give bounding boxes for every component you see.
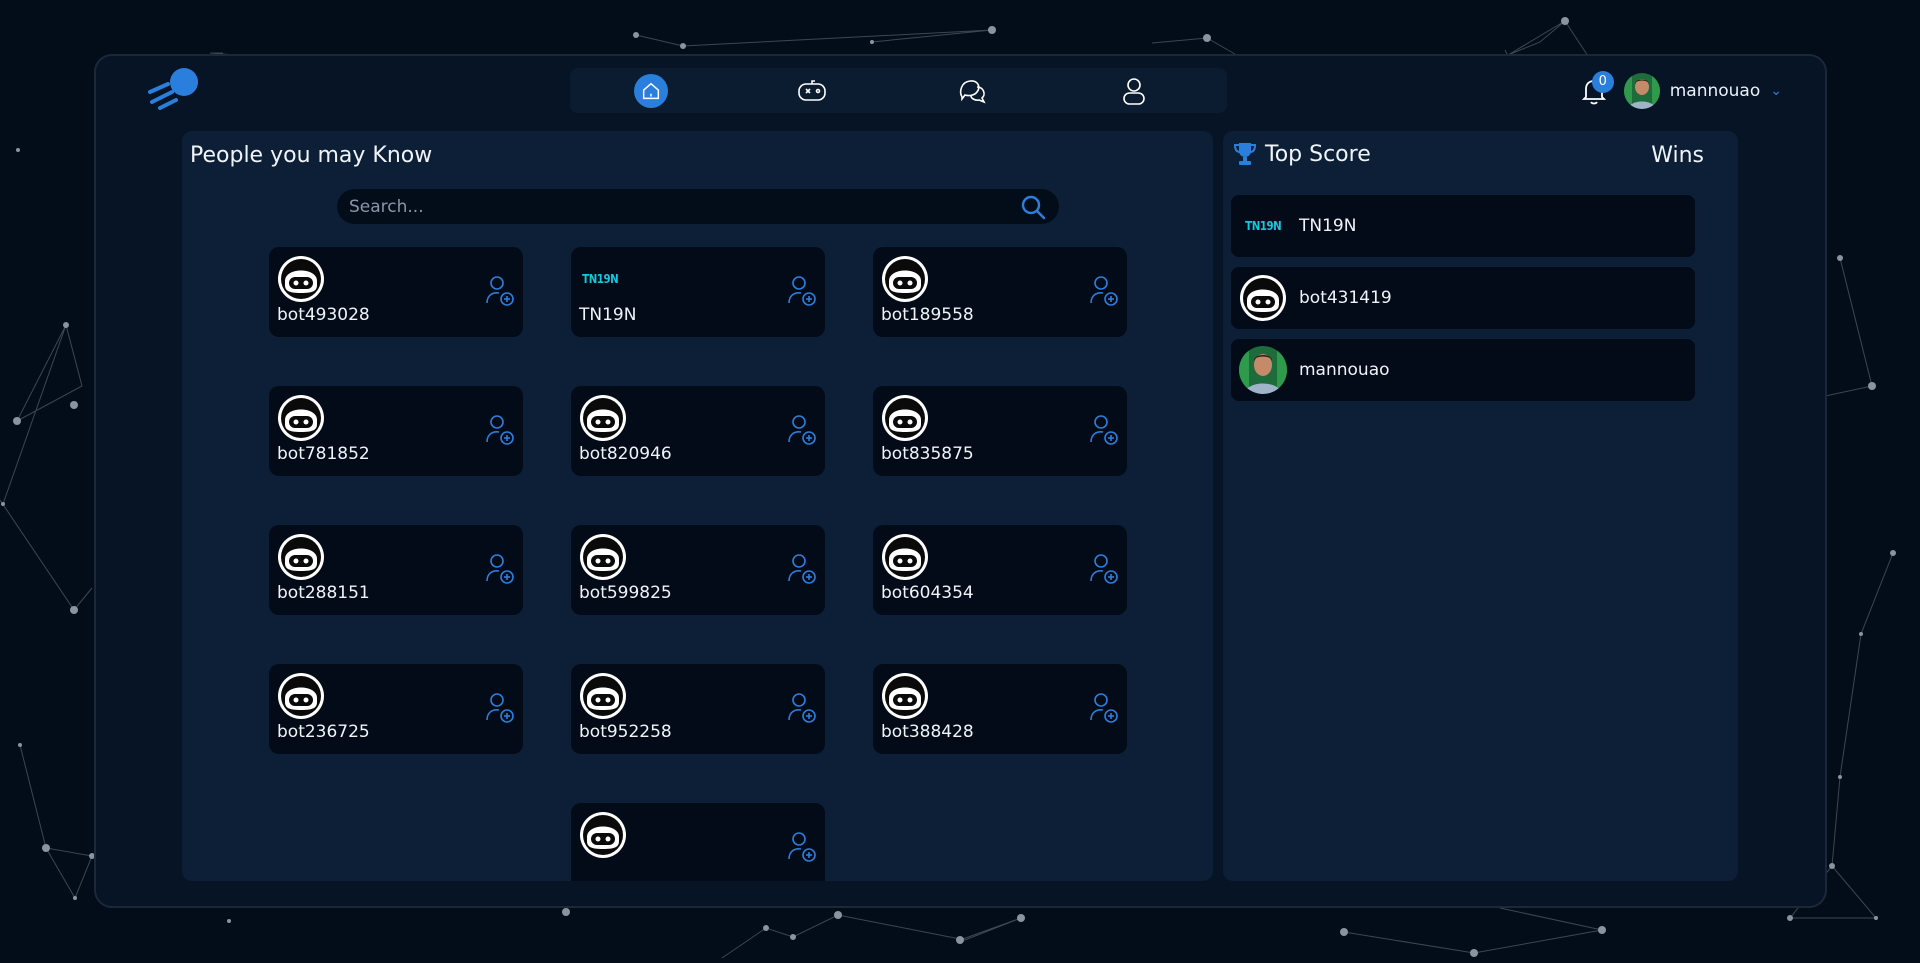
robot-avatar-icon <box>1239 274 1287 322</box>
person-name: bot388428 <box>881 722 974 742</box>
person-name: bot288151 <box>277 583 370 603</box>
main-nav <box>570 68 1227 113</box>
person-name: bot835875 <box>881 444 974 464</box>
tn19n-avatar: TN19N <box>579 255 627 303</box>
people-panel: People you may Know bot493028 TN19N TN19N b… <box>182 131 1213 881</box>
add-friend-icon[interactable] <box>787 414 817 446</box>
notification-count-badge: 0 <box>1591 70 1614 93</box>
person-card[interactable]: bot189558 <box>873 247 1127 337</box>
add-friend-icon[interactable] <box>1089 692 1119 724</box>
robot-avatar-icon <box>579 672 627 720</box>
person-name: TN19N <box>579 305 637 325</box>
robot-avatar-icon <box>579 533 627 581</box>
add-friend-icon[interactable] <box>485 275 515 307</box>
search-input[interactable] <box>349 196 1019 217</box>
tn19n-logo: TN19N <box>582 272 619 286</box>
profile-icon <box>1122 77 1145 105</box>
add-friend-icon[interactable] <box>787 553 817 585</box>
user-photo-icon <box>1623 72 1660 109</box>
person-name: bot599825 <box>579 583 672 603</box>
person-card[interactable]: bot388428 <box>873 664 1127 754</box>
person-name: bot781852 <box>277 444 370 464</box>
add-friend-icon[interactable] <box>1089 414 1119 446</box>
robot-avatar-icon <box>277 672 325 720</box>
add-friend-icon[interactable] <box>485 414 515 446</box>
top-score-header: Top Score <box>1233 141 1371 167</box>
person-card[interactable] <box>571 803 825 881</box>
robot-avatar-icon <box>277 394 325 442</box>
top-score-panel: Top Score Wins TN19N TN19N bot431419 mannou… <box>1223 131 1738 881</box>
person-card[interactable]: bot493028 <box>269 247 523 337</box>
user-avatar[interactable] <box>1623 72 1660 109</box>
user-photo-avatar <box>1239 346 1287 394</box>
chat-icon <box>959 79 986 104</box>
person-name: bot236725 <box>277 722 370 742</box>
nav-home[interactable] <box>570 68 731 113</box>
add-friend-icon[interactable] <box>1089 275 1119 307</box>
nav-game[interactable] <box>731 68 892 113</box>
add-friend-icon[interactable] <box>787 831 817 863</box>
person-card[interactable]: bot599825 <box>571 525 825 615</box>
app-logo <box>148 68 198 110</box>
robot-avatar-icon <box>881 672 929 720</box>
person-name: bot604354 <box>881 583 974 603</box>
nav-home-highlight <box>633 73 668 108</box>
score-player-name: bot431419 <box>1299 288 1392 308</box>
user-area: 0 mannouao ⌄ <box>1574 68 1782 113</box>
tn19n-logo: TN19N <box>1244 219 1282 233</box>
search-bar <box>337 189 1059 224</box>
search-icon[interactable] <box>1019 193 1047 221</box>
person-card[interactable]: TN19N TN19N <box>571 247 825 337</box>
person-card[interactable]: bot781852 <box>269 386 523 476</box>
gamepad-icon <box>797 79 826 101</box>
robot-avatar-icon <box>881 394 929 442</box>
nav-profile[interactable] <box>1053 68 1214 113</box>
add-friend-icon[interactable] <box>787 692 817 724</box>
person-card[interactable]: bot835875 <box>873 386 1127 476</box>
people-title: People you may Know <box>190 143 433 168</box>
person-name: bot189558 <box>881 305 974 325</box>
person-name: bot820946 <box>579 444 672 464</box>
score-player-name: TN19N <box>1299 216 1357 236</box>
person-name: bot952258 <box>579 722 672 742</box>
nav-chat[interactable] <box>892 68 1053 113</box>
wins-column-label: Wins <box>1651 143 1704 168</box>
trophy-icon <box>1233 143 1257 165</box>
score-row[interactable]: mannouao <box>1231 339 1695 401</box>
tn19n-avatar: TN19N <box>1239 202 1287 250</box>
person-card[interactable]: bot236725 <box>269 664 523 754</box>
add-friend-icon[interactable] <box>485 553 515 585</box>
username-label[interactable]: mannouao <box>1670 81 1761 101</box>
home-icon <box>642 82 659 99</box>
robot-avatar-icon <box>881 255 929 303</box>
top-score-title: Top Score <box>1265 141 1371 167</box>
add-friend-icon[interactable] <box>485 692 515 724</box>
robot-avatar-icon <box>277 533 325 581</box>
score-row[interactable]: TN19N TN19N <box>1231 195 1695 257</box>
chevron-down-icon[interactable]: ⌄ <box>1770 83 1782 99</box>
robot-avatar-icon <box>881 533 929 581</box>
robot-avatar-icon <box>277 255 325 303</box>
add-friend-icon[interactable] <box>787 275 817 307</box>
person-card[interactable]: bot952258 <box>571 664 825 754</box>
person-card[interactable]: bot288151 <box>269 525 523 615</box>
robot-avatar-icon <box>579 811 627 859</box>
person-card[interactable]: bot604354 <box>873 525 1127 615</box>
add-friend-icon[interactable] <box>1089 553 1119 585</box>
person-card[interactable]: bot820946 <box>571 386 825 476</box>
notifications-button[interactable]: 0 <box>1574 70 1614 111</box>
person-name: bot493028 <box>277 305 370 325</box>
score-player-name: mannouao <box>1299 360 1390 380</box>
score-row[interactable]: bot431419 <box>1231 267 1695 329</box>
robot-avatar-icon <box>579 394 627 442</box>
